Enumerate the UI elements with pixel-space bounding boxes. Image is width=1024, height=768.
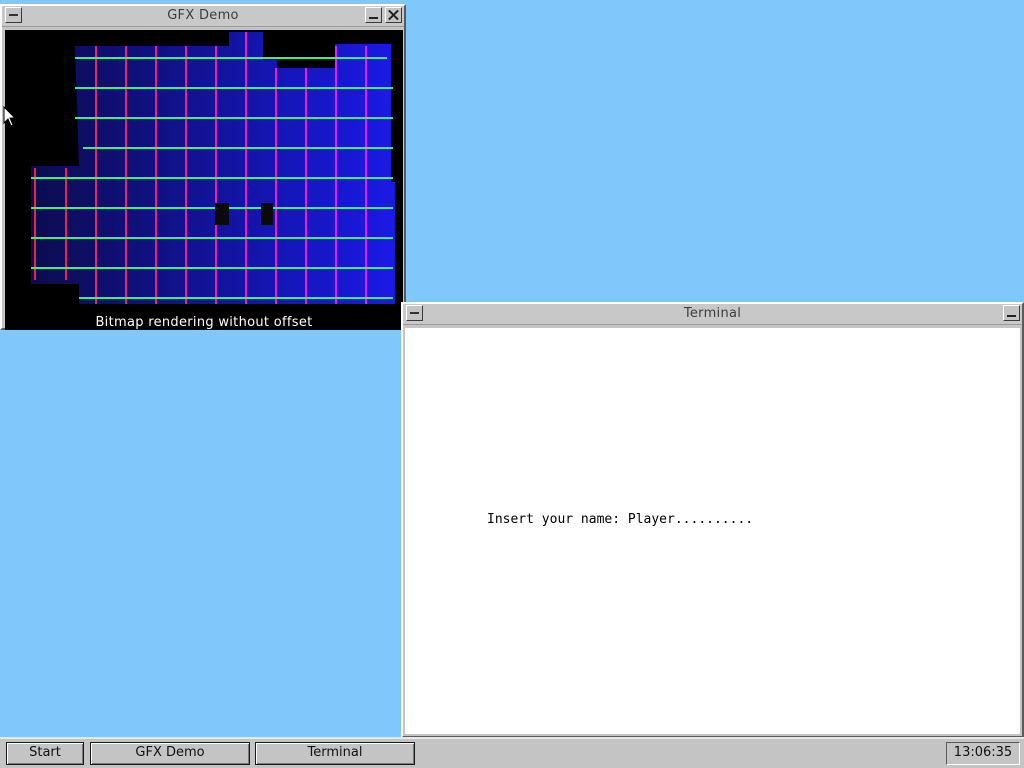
terminal-prompt: Insert your name: Player.......... <box>487 512 754 527</box>
minimize-button[interactable] <box>1003 305 1020 321</box>
gfx-demo-window[interactable]: GFX Demo Bitmap rendering without offset <box>0 4 406 330</box>
gfx-canvas: Bitmap rendering without offset <box>5 30 403 330</box>
mouse-cursor-icon <box>3 106 17 127</box>
start-button[interactable]: Start <box>6 742 84 765</box>
task-button-gfx-demo[interactable]: GFX Demo <box>90 742 250 765</box>
window-title: GFX Demo <box>167 8 239 23</box>
bitmap-mark <box>261 203 273 225</box>
terminal-body[interactable]: Insert your name: Player.......... <box>405 328 1020 734</box>
terminal-window[interactable]: Terminal Insert your name: Player.......… <box>401 302 1024 738</box>
gfx-caption: Bitmap rendering without offset <box>95 315 313 330</box>
gfx-demo-titlebar[interactable]: GFX Demo <box>2 6 404 27</box>
clock: 13:06:35 <box>946 742 1020 765</box>
bitmap-mark <box>215 203 229 225</box>
window-title: Terminal <box>683 306 742 321</box>
minimize-button[interactable] <box>365 7 382 23</box>
terminal-titlebar[interactable]: Terminal <box>403 304 1022 325</box>
taskbar: Start GFX Demo Terminal 13:06:35 <box>0 737 1024 768</box>
task-button-terminal[interactable]: Terminal <box>255 742 415 765</box>
bitmap-render <box>31 32 395 304</box>
close-button[interactable] <box>385 7 402 23</box>
